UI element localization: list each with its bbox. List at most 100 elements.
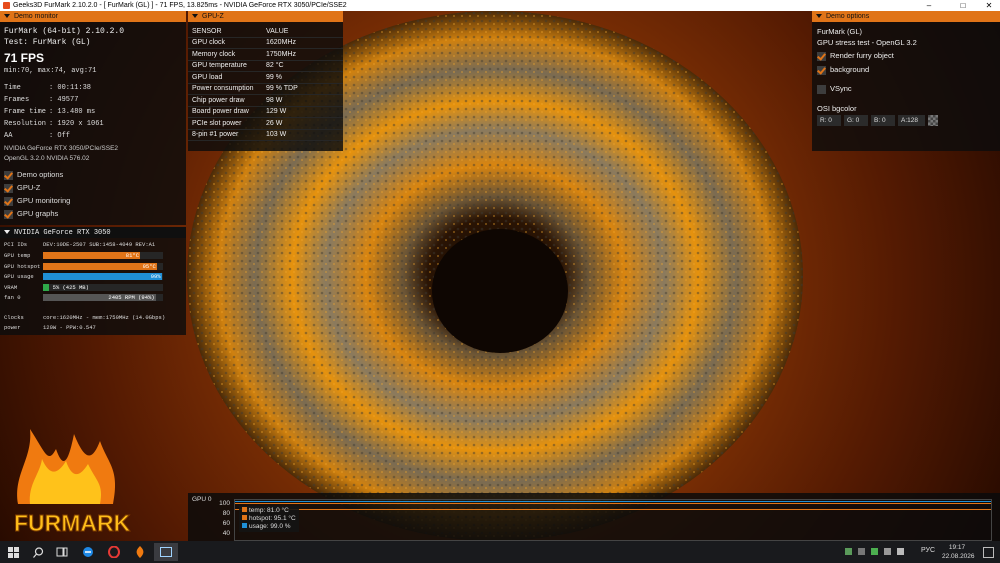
toggle-gpu-z[interactable]: GPU-Z	[4, 181, 70, 194]
graph-label: GPU 0	[192, 496, 212, 503]
checkbox-icon[interactable]	[817, 84, 826, 94]
nvidia-tray-icon[interactable]	[871, 548, 878, 555]
checkbox-icon[interactable]	[4, 183, 13, 193]
tray-app-icon[interactable]	[858, 548, 865, 555]
fps-value: 71 FPS	[4, 51, 45, 65]
stat-row: Time: 00:11:38	[4, 84, 92, 92]
graph-yticks: 100 80 60 40	[214, 499, 230, 539]
volume-icon[interactable]	[897, 548, 904, 555]
table-row: PCIe slot power 26 W	[188, 117, 343, 130]
gpu-metric-label: GPU hotspot	[4, 262, 41, 270]
demo-options-panel: Demo options FurMark (GL) GPU stress tes…	[812, 11, 1000, 151]
window-title: Geeks3D FurMark 2.10.2.0 - [ FurMark (GL…	[13, 2, 347, 9]
gpu-metric-bar-fill	[43, 283, 49, 291]
render-furry-checkbox[interactable]: Render furry object	[817, 49, 894, 62]
table-row: GPU temperature 82 °C	[188, 60, 343, 72]
sensor-value: 99 % TDP	[262, 83, 343, 95]
toggle-gpu-graphs[interactable]: GPU graphs	[4, 207, 70, 220]
stat-row: Frames: 49577	[4, 96, 79, 104]
color-a-input[interactable]: A:128	[898, 115, 925, 126]
demo-options-header[interactable]: Demo options	[812, 11, 1000, 22]
sensor-name: Board power draw	[188, 106, 262, 118]
sensor-name: GPU load	[188, 71, 262, 84]
gpu-metric-label: VRAM	[4, 283, 18, 291]
graph-legend: temp: 81.0 °C hotspot: 95.1 °C usage: 99…	[239, 506, 299, 532]
furmark-logo: FURMARK	[14, 429, 131, 537]
stat-row: Resolution: 1920 x 1061	[4, 120, 104, 128]
color-r-input[interactable]: R: 0	[817, 115, 841, 126]
ytick: 100	[219, 500, 230, 507]
options-title: FurMark (GL)	[817, 27, 862, 36]
clocks-value: core:1620MHz - mem:1750MHz (14.0Gbps)	[43, 314, 166, 321]
notifications-icon[interactable]	[983, 547, 994, 558]
pci-ids-value: DEV:10DE-2507 SUB:1458-4049 REV:A1	[43, 241, 156, 248]
vsync-checkbox[interactable]: VSync	[817, 82, 852, 95]
color-b-input[interactable]: B: 0	[871, 115, 895, 126]
opera-browser-icon[interactable]	[107, 545, 121, 559]
checkbox-icon[interactable]	[817, 51, 826, 61]
checkbox-icon[interactable]	[817, 65, 826, 75]
table-header-row: SENSOR VALUE	[188, 26, 343, 38]
furmark-taskbar-icon[interactable]	[133, 545, 147, 559]
network-icon[interactable]	[884, 548, 891, 555]
collapse-arrow-icon	[4, 14, 10, 19]
power-value: 120W - PPW:0.547	[43, 324, 96, 331]
render-viewport[interactable]: FURMARK Demo monitor FurMark (64-bit) 2.…	[0, 11, 1000, 541]
table-row: GPU clock 1620MHz	[188, 37, 343, 49]
gpu-metric-label: GPU temp	[4, 252, 31, 259]
gpu-metric-bar: 5% (425 MB)	[43, 283, 163, 291]
task-view-icon[interactable]	[55, 545, 69, 559]
gpuz-panel: GPU-Z SENSOR VALUE GPU clock 1620MHz Memor…	[188, 11, 343, 151]
sensor-name: Power consumption	[188, 83, 262, 95]
collapse-arrow-icon	[192, 14, 198, 19]
col-value: VALUE	[262, 26, 343, 38]
active-app-icon[interactable]	[154, 543, 178, 561]
gpuz-header[interactable]: GPU-Z	[188, 11, 343, 22]
toggle-gpu-monitoring[interactable]: GPU monitoring	[4, 194, 70, 207]
sensor-name: Chip power draw	[188, 94, 262, 107]
demo-monitor-header[interactable]: Demo monitor	[0, 11, 186, 22]
legend-item: hotspot: 95.1 °C	[242, 515, 296, 523]
checkbox-icon[interactable]	[4, 209, 13, 219]
app-name: FurMark (64-bit) 2.10.2.0	[4, 27, 125, 36]
tray-app-icon[interactable]	[845, 548, 852, 555]
col-sensor: SENSOR	[188, 26, 262, 38]
clock-date: 22.08.2026	[942, 553, 975, 560]
hotspot-line	[235, 503, 991, 504]
gpu-monitor-panel: NVIDIA GeForce RTX 3050 PCI IDs DEV:10DE…	[0, 227, 186, 335]
system-tray	[845, 548, 904, 555]
gpu-metric-bar: 81°C	[43, 252, 163, 259]
table-row: Memory clock 1750MHz	[188, 48, 343, 61]
graph-area: temp: 81.0 °C hotspot: 95.1 °C usage: 99…	[234, 499, 992, 541]
legend-item: usage: 99.0 %	[242, 523, 296, 531]
temp-line	[235, 509, 991, 510]
input-language[interactable]: РУС	[921, 547, 935, 554]
close-button[interactable]: ✕	[978, 0, 1000, 11]
sensor-value: 1620MHz	[262, 37, 343, 49]
search-icon[interactable]	[31, 545, 45, 559]
power-label: power	[4, 324, 21, 331]
checkbox-icon[interactable]	[4, 170, 13, 180]
gpu-graph-panel: GPU 0 100 80 60 40 temp: 81.0 °C hotspot…	[188, 493, 1000, 541]
gpu-metric-bar: 99%	[43, 273, 163, 280]
table-row: Chip power draw 98 W	[188, 94, 343, 107]
gpu-metric-value: 2405 RPM (94%)	[108, 294, 155, 301]
edge-browser-icon[interactable]	[81, 545, 95, 559]
gpu-metric-value: 5% (425 MB)	[52, 283, 89, 291]
gpu-monitor-header[interactable]: NVIDIA GeForce RTX 3050	[0, 227, 186, 238]
color-g-input[interactable]: G: 0	[844, 115, 868, 126]
clock[interactable]: 19:17 22.08.2026	[942, 543, 975, 561]
sensor-name: 8-pin #1 power	[188, 129, 262, 141]
windows-taskbar: РУС 19:17 22.08.2026	[0, 541, 1000, 563]
color-swatch[interactable]	[928, 115, 938, 126]
checkbox-icon[interactable]	[4, 196, 13, 206]
toggle-demo-options[interactable]: Demo options	[4, 168, 70, 181]
sensor-value: 129 W	[262, 106, 343, 118]
background-checkbox[interactable]: background	[817, 63, 869, 76]
sensor-value: 99 %	[262, 71, 343, 84]
start-icon[interactable]	[6, 545, 20, 559]
maximize-button[interactable]: □	[952, 0, 974, 11]
stats-list: Time: 00:11:38 Frames: 49577 Frame time:…	[4, 82, 104, 142]
gpu-metric-value: 81°C	[125, 252, 139, 259]
minimize-button[interactable]: –	[918, 0, 940, 11]
